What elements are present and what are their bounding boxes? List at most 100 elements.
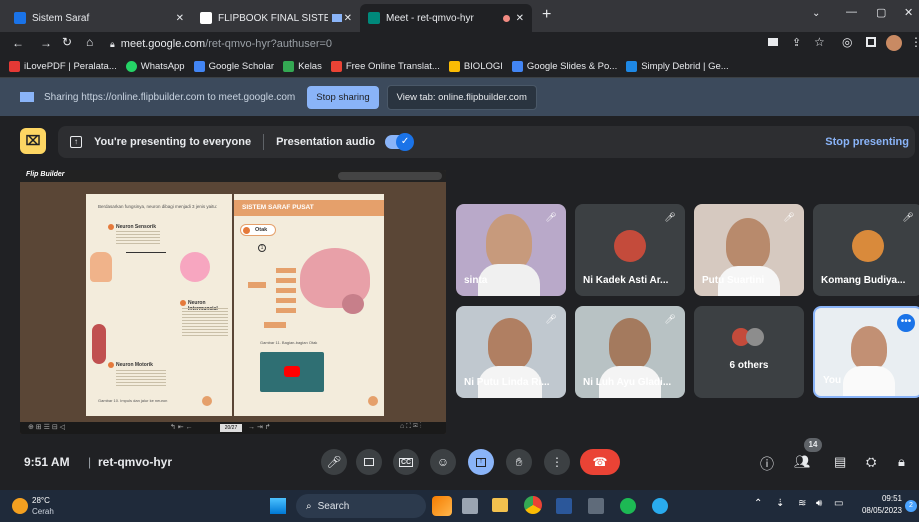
file-explorer-icon[interactable]: [492, 498, 508, 512]
view-tab-button[interactable]: View tab: online.flipbuilder.com: [386, 84, 537, 110]
people-button[interactable]: 👥︎: [794, 454, 811, 470]
bookmark-slides[interactable]: Google Slides & Po...: [511, 61, 617, 72]
forward-arrow-icon[interactable]: →: [40, 36, 52, 50]
spotify-icon[interactable]: [620, 498, 636, 514]
word-icon[interactable]: [556, 498, 572, 514]
leave-call-button[interactable]: ☎︎: [580, 449, 620, 475]
info-icon[interactable]: ⓘ: [760, 454, 774, 474]
reload-icon[interactable]: ↻: [62, 35, 72, 49]
otak-pill: Otak: [240, 224, 276, 236]
video-thumbnail[interactable]: [260, 352, 324, 392]
share-icon[interactable]: ⇪: [792, 36, 801, 49]
bookmark-whatsapp[interactable]: WhatsApp: [125, 61, 185, 72]
profile-avatar[interactable]: [886, 35, 902, 51]
host-controls-icon[interactable]: 🔒︎: [898, 454, 905, 470]
clock-time[interactable]: 09:51: [866, 494, 902, 503]
whatsapp-icon: [125, 61, 137, 72]
close-tab-icon[interactable]: ✕: [516, 13, 524, 24]
wifi-icon[interactable]: ≋: [798, 498, 806, 509]
chrome-icon[interactable]: [524, 496, 542, 514]
home-icon[interactable]: ⌂: [86, 35, 93, 49]
others-tile[interactable]: 6 others: [694, 306, 804, 398]
present-off-icon[interactable]: ⌧: [20, 128, 46, 154]
participant-tile[interactable]: 🎤︎ sinta: [456, 204, 566, 296]
battery-icon[interactable]: ▭: [834, 498, 843, 509]
minimize-button[interactable]: —: [846, 6, 857, 18]
taskbar-search[interactable]: ⌕ Search: [296, 494, 426, 518]
left-caption: Gambar 10. Impuls dan jalur ke neuron: [98, 398, 168, 403]
stop-presenting-button[interactable]: Stop presenting: [825, 136, 909, 148]
new-tab-button[interactable]: +: [542, 6, 551, 24]
more-options-icon[interactable]: •••: [897, 314, 915, 332]
participant-tile[interactable]: 🎤︎ Komang Budiya...: [813, 204, 919, 296]
tab-flipbook[interactable]: FLIPBOOK FINAL SISTEM KO ✕: [192, 4, 360, 32]
close-tab-icon[interactable]: ✕: [176, 13, 184, 24]
tab-meet[interactable]: Meet - ret-qmvo-hyr ✕: [360, 4, 532, 32]
camera-icon[interactable]: [768, 38, 778, 46]
self-tile[interactable]: ••• You: [813, 306, 919, 398]
stop-sharing-button[interactable]: Stop sharing: [307, 85, 379, 109]
nav-icons[interactable]: ↰ ⇤ ←: [170, 423, 193, 431]
participant-tile[interactable]: 🎤︎ Ni Kadek Asti Ar...: [575, 204, 685, 296]
participant-tile[interactable]: 🎤︎ Ni Luh Ayu Gladi...: [575, 306, 685, 398]
start-button[interactable]: [270, 498, 286, 514]
screen-share-icon: [20, 92, 34, 102]
audio-toggle[interactable]: ✓: [385, 133, 415, 151]
bookmark-translate[interactable]: Free Online Translat...: [330, 61, 440, 72]
extensions-icon[interactable]: ◎: [842, 35, 852, 49]
neuron-line: [126, 252, 166, 253]
participant-name: Ni Kadek Asti Ar...: [583, 275, 669, 286]
cerebellum-diagram: [342, 294, 364, 314]
more-options-button[interactable]: ⋮: [544, 449, 570, 475]
camera-button[interactable]: [356, 449, 382, 475]
participant-tile[interactable]: 🎤︎ Ni Putu Linda Ri...: [456, 306, 566, 398]
tab-search-icon[interactable]: ⌄: [812, 8, 820, 19]
mic-button[interactable]: 🎤︎: [321, 449, 347, 475]
emoji-button[interactable]: ☺: [430, 449, 456, 475]
menu-icon[interactable]: ⋮: [910, 35, 919, 49]
bookmark-ilovepdf[interactable]: iLovePDF | Peralata...: [9, 61, 117, 72]
nav-icons[interactable]: → ⇥ ↱: [248, 423, 271, 431]
url-field[interactable]: 🔒︎ meet.google.com /ret-qmvo-hyr?authuse…: [110, 34, 850, 54]
clock-date[interactable]: 08/05/2023: [858, 506, 902, 515]
task-view-icon[interactable]: [462, 498, 478, 514]
classroom-icon: [283, 61, 295, 72]
bookmark-kelas[interactable]: Kelas: [283, 61, 322, 72]
restore-button[interactable]: ▢: [876, 6, 886, 19]
flipbook-search[interactable]: [338, 172, 442, 180]
weather-icon[interactable]: [12, 498, 28, 514]
tray-chevron-icon[interactable]: ⌃: [754, 498, 762, 509]
bookmark-scholar[interactable]: Google Scholar: [193, 61, 274, 72]
sidepanel-icon[interactable]: [866, 37, 876, 47]
usb-icon[interactable]: ⇣: [776, 498, 784, 509]
muscle-illustration: [92, 324, 106, 364]
present-button[interactable]: ↑: [468, 449, 494, 475]
presenting-text: You're presenting to everyone: [94, 136, 252, 148]
mic-off-icon: 🎤︎: [545, 212, 557, 222]
calculator-icon[interactable]: [588, 498, 604, 514]
participant-tile[interactable]: 🎤︎ Putu Suartini: [694, 204, 804, 296]
text-lines: [116, 370, 166, 386]
raise-hand-button[interactable]: ✋︎: [506, 449, 532, 475]
toolbar-icons-right[interactable]: ⌂ ⛶ ✉ ⋮: [400, 423, 422, 431]
volume-icon[interactable]: 🔊︎: [816, 498, 822, 509]
captions-button[interactable]: CC: [393, 449, 419, 475]
close-window-button[interactable]: ✕: [904, 6, 913, 19]
page-number-field[interactable]: 20/27: [220, 424, 242, 432]
telegram-icon[interactable]: [652, 498, 668, 514]
bullet: [108, 362, 114, 368]
back-arrow-icon[interactable]: ←: [12, 36, 24, 50]
activities-icon[interactable]: ⛭: [866, 454, 876, 470]
bookmark-biologi[interactable]: BIOLOGI: [448, 61, 503, 72]
chat-icon[interactable]: ▤: [834, 454, 846, 470]
bookmark-debrid[interactable]: Simply Debrid | Ge...: [626, 61, 729, 72]
meeting-time: 9:51 AM: [24, 455, 70, 469]
notification-badge[interactable]: 2: [905, 500, 917, 512]
pinned-app-icon[interactable]: [432, 496, 452, 516]
item-number: 1: [258, 244, 266, 252]
close-tab-icon[interactable]: ✕: [344, 13, 352, 24]
bookmark-star-icon[interactable]: ☆: [814, 35, 825, 49]
flipbook-toolbar: ⊕ ⊞ ☰ ⊟ ◁ ↰ ⇤ ← 20/27 → ⇥ ↱ ⌂ ⛶ ✉ ⋮: [20, 422, 446, 434]
toolbar-icons-left[interactable]: ⊕ ⊞ ☰ ⊟ ◁: [28, 423, 65, 431]
tab-sistem-saraf[interactable]: Sistem Saraf ✕: [6, 4, 192, 32]
